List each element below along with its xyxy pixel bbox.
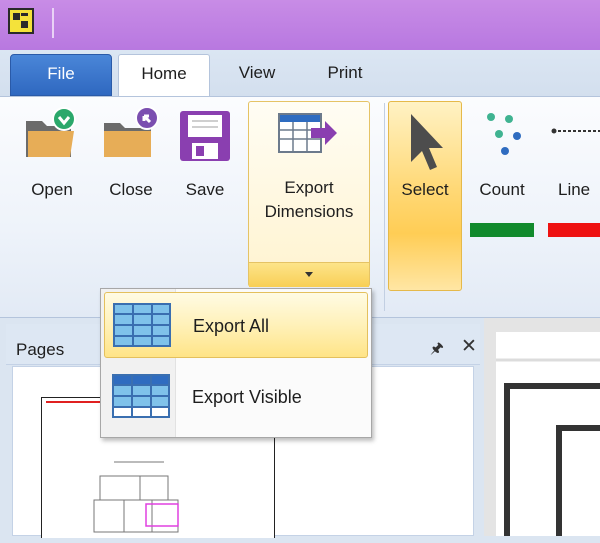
export-label-line2: Dimensions [264, 202, 354, 221]
app-logo-icon[interactable] [8, 8, 34, 34]
close-folder-icon [104, 106, 159, 157]
tab-file[interactable]: File [10, 54, 112, 96]
line-label: Line [558, 180, 591, 199]
chevron-down-icon [305, 272, 313, 277]
menu-item-export-visible[interactable]: Export Visible [104, 364, 368, 430]
menu-item-export-all[interactable]: Export All [104, 292, 368, 358]
save-label: Save [185, 180, 225, 199]
select-button[interactable]: Select [388, 101, 462, 291]
select-label: Select [401, 180, 449, 199]
ribbon-tabs: File Home View Print [0, 50, 600, 98]
count-color-swatch [470, 223, 534, 237]
pages-panel-title: Pages [16, 340, 65, 359]
ribbon-group-separator [384, 103, 385, 311]
export-dropdown-toggle[interactable] [249, 262, 369, 287]
export-label-line1: Export [284, 178, 334, 197]
drawing-canvas[interactable] [484, 318, 600, 536]
open-button[interactable]: Open [22, 105, 82, 200]
save-icon [180, 111, 230, 161]
count-dots-icon [487, 113, 521, 155]
export-dimensions-icon [278, 113, 337, 153]
menu-item-label: Export All [193, 316, 270, 336]
table-grid-icon [113, 303, 171, 347]
open-folder-icon [26, 107, 76, 157]
line-color-swatch [548, 223, 600, 237]
table-grid-icon [112, 374, 170, 418]
drawing-canvas-content [496, 332, 600, 536]
ribbon: Open Close Save Export Dimensions Select… [0, 96, 600, 318]
close-icon[interactable]: ✕ [461, 335, 477, 358]
title-bar [0, 0, 600, 50]
export-dropdown-menu: Export All Export Visible [100, 288, 372, 438]
line-dashed-icon [551, 128, 600, 134]
pin-icon[interactable]: 🖈 [430, 338, 444, 363]
export-dimensions-button[interactable]: Export Dimensions [248, 101, 370, 287]
close-button[interactable]: Close [100, 105, 162, 200]
tab-view[interactable]: View [222, 54, 292, 96]
count-label: Count [479, 180, 525, 199]
tab-print[interactable]: Print [310, 54, 380, 96]
tab-home[interactable]: Home [118, 54, 210, 98]
select-cursor-icon [411, 114, 443, 170]
title-separator [52, 8, 54, 38]
close-label: Close [109, 180, 153, 199]
menu-item-label: Export Visible [192, 387, 302, 407]
open-label: Open [31, 180, 73, 199]
save-button[interactable]: Save [176, 105, 234, 200]
